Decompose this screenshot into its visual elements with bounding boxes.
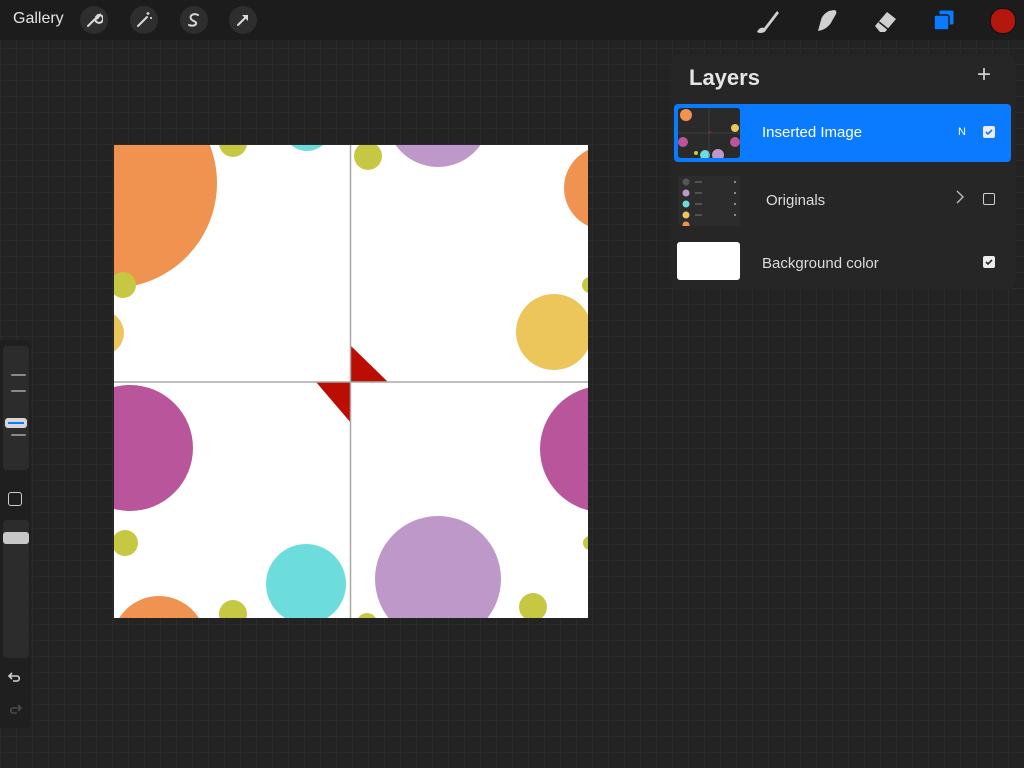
layer-thumbnail (678, 108, 740, 158)
layer-visibility-checkbox[interactable] (983, 193, 995, 205)
layer-name: Background color (762, 255, 879, 272)
chevron-right-icon[interactable] (955, 189, 965, 210)
layer-name: Originals (766, 192, 826, 209)
layers-title: Layers (689, 65, 760, 90)
layer-thumbnail (677, 242, 740, 280)
blend-mode-label[interactable]: N (958, 126, 966, 138)
layers-icon[interactable] (929, 6, 959, 36)
selection-icon[interactable] (180, 6, 208, 34)
smudge-icon[interactable] (811, 6, 841, 36)
brush-size-thumb[interactable] (5, 418, 27, 428)
slider-tick (11, 374, 26, 376)
plus-icon[interactable]: + (977, 63, 991, 87)
brush-icon[interactable] (752, 6, 782, 36)
layer-name: Inserted Image (762, 124, 863, 141)
transform-arrow-icon[interactable] (229, 6, 257, 34)
layer-row-originals[interactable]: Originals (674, 172, 1011, 230)
magic-wand-icon[interactable] (130, 6, 158, 34)
left-sidebar (0, 340, 31, 728)
eraser-icon[interactable] (870, 6, 900, 36)
artwork (114, 145, 588, 618)
layer-row-background-color[interactable]: Background color (674, 234, 1011, 292)
layer-visibility-checkbox[interactable] (983, 256, 995, 268)
opacity-slider[interactable] (3, 520, 29, 658)
undo-icon[interactable] (7, 669, 23, 690)
opacity-thumb[interactable] (3, 532, 29, 544)
color-picker-button[interactable] (990, 8, 1016, 34)
layers-panel: Layers + Inserted Image N Originals Back… (671, 54, 1016, 290)
layer-thumbnail (678, 176, 740, 226)
redo-icon[interactable] (7, 701, 23, 722)
gallery-button[interactable]: Gallery (13, 10, 64, 28)
wrench-icon[interactable] (80, 6, 108, 34)
modify-button[interactable] (8, 492, 22, 506)
top-toolbar: Gallery (0, 0, 1024, 40)
slider-tick (11, 390, 26, 392)
layer-visibility-checkbox[interactable] (983, 126, 995, 138)
drawing-canvas[interactable] (114, 145, 588, 618)
brush-size-slider[interactable] (3, 346, 29, 470)
layer-row-inserted-image[interactable]: Inserted Image N (674, 104, 1011, 162)
slider-tick (11, 434, 26, 436)
